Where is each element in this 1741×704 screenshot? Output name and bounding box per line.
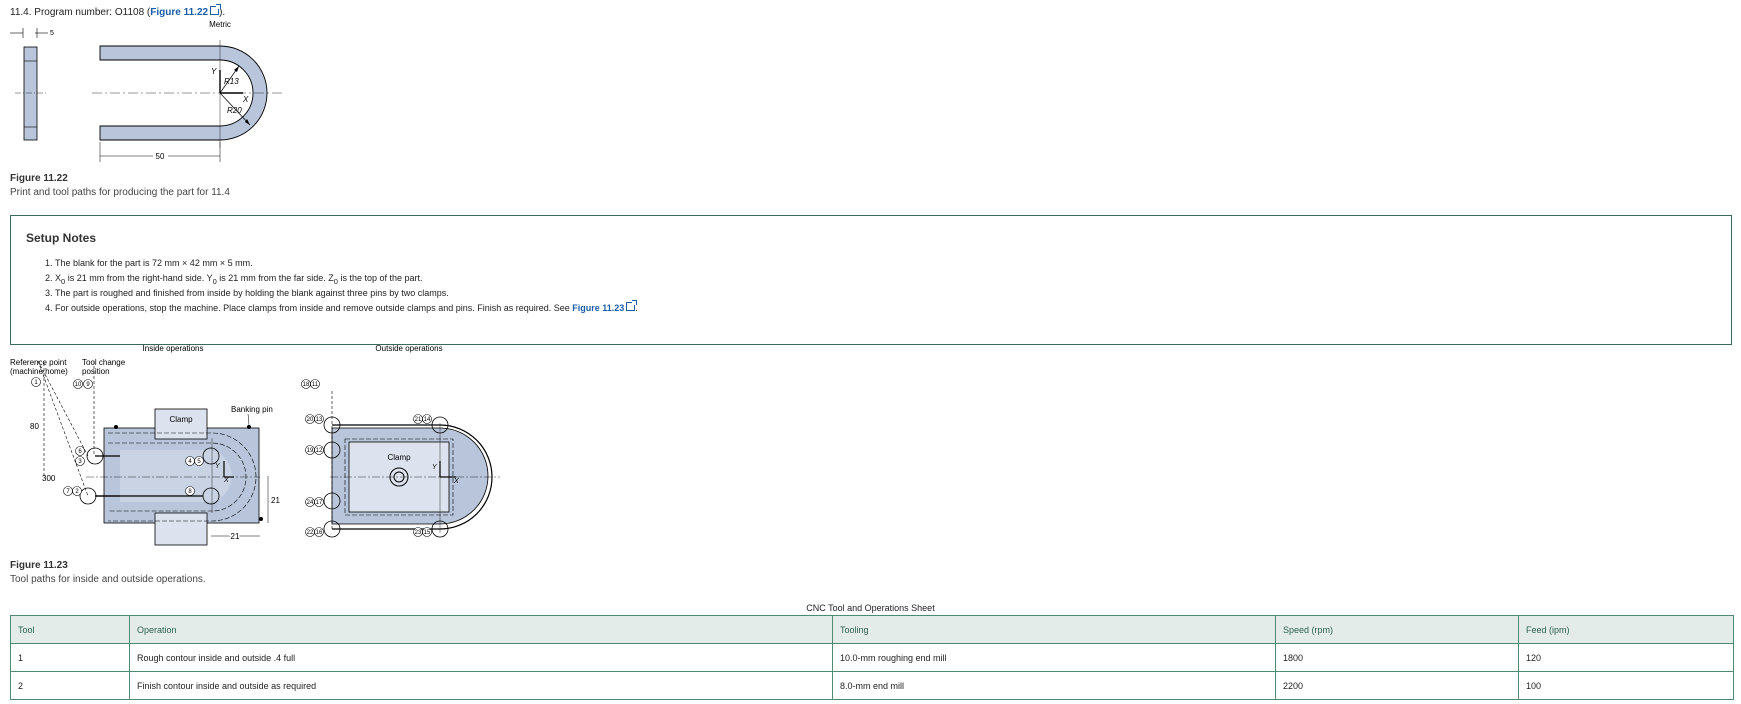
col-tool-header: Tool — [10, 615, 130, 644]
setup-notes-list: The blank for the part is 72 mm × 42 mm … — [40, 256, 638, 316]
svg-text:24: 24 — [307, 500, 314, 506]
svg-text:300: 300 — [42, 474, 56, 483]
svg-text:15: 15 — [424, 530, 431, 536]
svg-text:16: 16 — [316, 530, 323, 536]
svg-text:X: X — [453, 478, 459, 485]
svg-text:22: 22 — [307, 530, 314, 536]
setup-note-2: X0 is 21 mm from the right-hand side. Y0… — [55, 271, 638, 286]
table-row: 2 Finish contour inside and outside as r… — [10, 671, 1734, 700]
figure-11-23-link[interactable]: Figure 11.23 — [572, 300, 638, 313]
dim-50-label: 50 — [156, 152, 165, 161]
setup-note-3: The part is roughed and finished from in… — [55, 286, 638, 301]
svg-text:18: 18 — [303, 382, 310, 388]
setup-note-1: The blank for the part is 72 mm × 42 mm … — [55, 256, 638, 271]
external-link-icon — [626, 300, 638, 311]
svg-text:11: 11 — [312, 382, 319, 388]
svg-text:19: 19 — [307, 448, 314, 454]
figure-11-22-caption: Figure 11.22 Print and tool paths for pr… — [10, 173, 230, 198]
setup-note-4: For outside operations, stop the machine… — [55, 300, 638, 316]
table-header-row: Tool Operation Tooling Speed (rpm) Feed … — [10, 615, 1734, 644]
metric-label: Metric — [209, 20, 231, 29]
col-operation-header: Operation — [129, 615, 833, 644]
figure-11-23-caption: Figure 11.23 Tool paths for inside and o… — [10, 560, 206, 585]
svg-text:Banking pin: Banking pin — [231, 405, 273, 414]
r20-label: R20 — [227, 106, 242, 115]
table-title: CNC Tool and Operations Sheet — [806, 603, 935, 613]
svg-text:X: X — [242, 95, 249, 104]
svg-text:X: X — [223, 477, 229, 484]
figure-11-22-drawing: Metric 5 Y X R13 R20 50 — [10, 20, 285, 162]
figure-11-23-drawing: Inside operations Outside operations Ref… — [10, 344, 500, 546]
inside-view: Clamp X Y Banking pin 80 300 21 21 1 10 … — [30, 360, 280, 546]
svg-text:80: 80 — [30, 422, 39, 431]
r13-label: R13 — [224, 77, 239, 86]
clamp-top — [154, 408, 208, 440]
setup-notes-title: Setup Notes — [26, 231, 97, 245]
col-speed-header: Speed (rpm) — [1275, 615, 1519, 644]
figure-11-22-text: Print and tool paths for producing the p… — [10, 187, 230, 198]
svg-text:Y: Y — [211, 67, 217, 76]
svg-text:Tool change: Tool change — [82, 358, 126, 367]
svg-text:17: 17 — [316, 500, 323, 506]
svg-text:10: 10 — [75, 382, 82, 388]
col-tooling-header: Tooling — [832, 615, 1276, 644]
svg-text:21: 21 — [231, 532, 240, 541]
cnc-operations-table: Tool Operation Tooling Speed (rpm) Feed … — [10, 615, 1734, 700]
svg-text:21: 21 — [271, 496, 280, 505]
svg-text:Clamp: Clamp — [169, 415, 193, 424]
clamp-bottom — [154, 512, 208, 546]
outside-operations-label: Outside operations — [375, 344, 442, 353]
outside-view: Clamp Y X 18 11 20 13 19 12 24 17 22 16 … — [301, 379, 500, 538]
svg-text:21: 21 — [415, 417, 422, 423]
svg-text:14: 14 — [424, 417, 431, 423]
figure-11-23-text: Tool paths for inside and outside operat… — [10, 574, 206, 585]
svg-text:position: position — [82, 367, 110, 376]
svg-text:20: 20 — [307, 417, 314, 423]
table-row: 1 Rough contour inside and outside .4 fu… — [10, 643, 1734, 672]
setup-notes-box: Setup Notes The blank for the part is 72… — [10, 215, 1732, 345]
col-feed-header: Feed (ipm) — [1518, 615, 1734, 644]
svg-text:23: 23 — [415, 530, 422, 536]
figure-11-23-number: Figure 11.23 — [10, 560, 68, 571]
inside-operations-label: Inside operations — [143, 344, 204, 353]
svg-text:(machine home): (machine home) — [10, 367, 68, 376]
figure-11-22-number: Figure 11.22 — [10, 173, 68, 184]
svg-text:13: 13 — [316, 417, 323, 423]
dim-5-label: 5 — [50, 30, 54, 37]
svg-text:Clamp: Clamp — [387, 453, 411, 462]
svg-text:12: 12 — [316, 448, 323, 454]
